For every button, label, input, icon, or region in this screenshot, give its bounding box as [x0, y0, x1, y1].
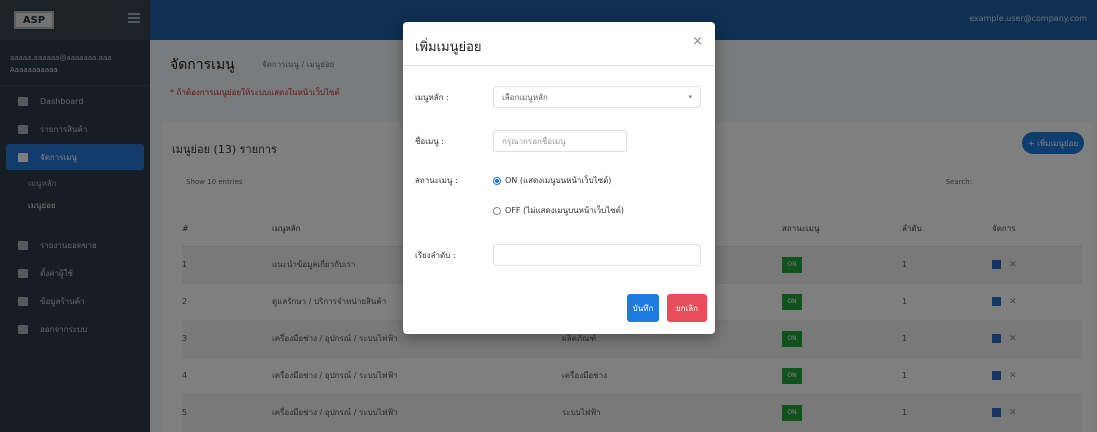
modal-header: เพิ่มเมนูย่อย ×	[403, 22, 715, 66]
save-button[interactable]: บันทึก	[627, 294, 659, 322]
status-row: สถานะเมนู : ON (แสดงเมนูบนหน้าเว็บไซต์)	[415, 174, 611, 187]
status-label: สถานะเมนู :	[415, 176, 458, 185]
status-off-row: OFF (ไม่แสดงเมนูบนหน้าเว็บไซต์)	[493, 204, 624, 217]
main-menu-label: เมนูหลัก :	[415, 92, 449, 102]
main-menu-select[interactable]: เลือกเมนูหลัก ▾	[493, 86, 701, 108]
radio-off[interactable]	[493, 206, 501, 215]
chevron-down-icon: ▾	[688, 93, 692, 101]
menu-name-input[interactable]: กรุณากรอกชื่อเมนู	[493, 130, 627, 152]
status-on-option[interactable]: ON (แสดงเมนูบนหน้าเว็บไซต์)	[493, 174, 611, 187]
cancel-button[interactable]: ยกเลิก	[667, 294, 707, 322]
add-submenu-modal: เพิ่มเมนูย่อย × เมนูหลัก : เลือกเมนูหลัก…	[403, 22, 715, 334]
menu-name-label: ชื่อเมนู :	[415, 136, 444, 146]
order-input[interactable]	[493, 244, 701, 266]
radio-on[interactable]	[493, 176, 501, 185]
close-icon[interactable]: ×	[692, 34, 703, 49]
modal-title: เพิ่มเมนูย่อย	[415, 40, 482, 55]
main-menu-row: เมนูหลัก : เลือกเมนูหลัก ▾	[415, 86, 701, 108]
order-row: เรียงลำดับ :	[415, 244, 701, 266]
status-off-option[interactable]: OFF (ไม่แสดงเมนูบนหน้าเว็บไซต์)	[493, 204, 624, 217]
menu-name-row: ชื่อเมนู : กรุณากรอกชื่อเมนู	[415, 130, 627, 152]
order-label: เรียงลำดับ :	[415, 250, 456, 260]
